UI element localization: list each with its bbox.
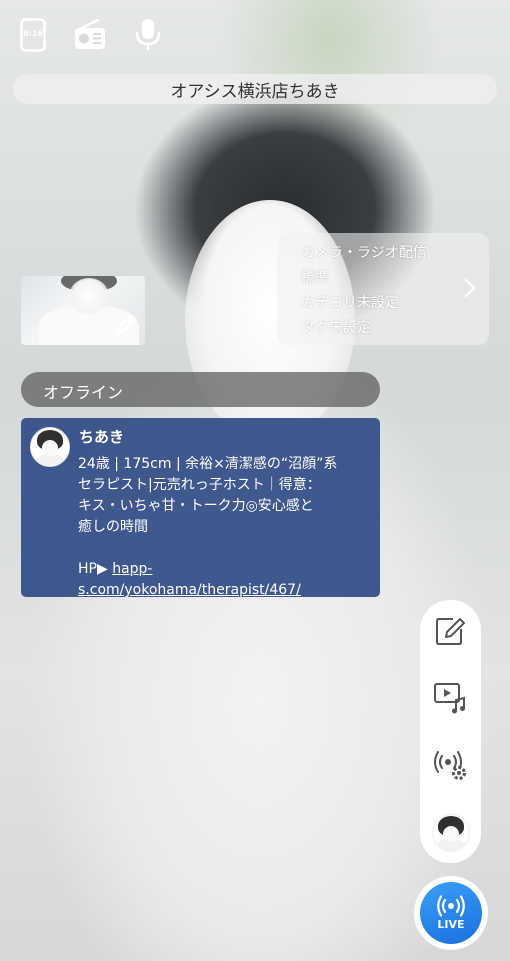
profile-card: ちあき 24歳 | 175cm | 余裕×清潔感の“沼顔”系 セラピスト|元売れ…: [21, 418, 380, 598]
side-avatar-face: [443, 826, 459, 842]
microphone-icon: [135, 19, 161, 50]
broadcast-tags: タグ未設定: [301, 320, 371, 336]
video-music-icon: [434, 683, 465, 714]
broadcast-quality: 標準: [301, 270, 329, 286]
homepage-link-start[interactable]: happ-: [112, 561, 152, 577]
microphone-button[interactable]: [129, 16, 167, 54]
broadcast-settings-icon: [434, 751, 466, 780]
homepage-link-end[interactable]: s.com/yokohama/therapist/467/: [78, 582, 301, 598]
bio-line: 24歳 | 175cm | 余裕×清潔感の“沼顔”系: [78, 456, 338, 472]
edit-icon: [436, 618, 465, 645]
bio-line: セラピスト|元売れっ子ホスト｜得意：: [78, 477, 321, 493]
homepage-line-2: s.com/yokohama/therapist/467/: [78, 580, 370, 601]
aspect-ratio-button[interactable]: 9:16: [14, 16, 52, 54]
live-broadcast-icon: [437, 895, 465, 917]
chevron-right-icon: [464, 278, 476, 298]
broadcast-category: カテゴリ未設定: [301, 295, 399, 311]
live-button-inner: LIVE: [420, 882, 482, 944]
media-button[interactable]: [431, 678, 469, 716]
broadcast-type: カメラ・ラジオ配信: [301, 245, 427, 261]
broadcaster-title[interactable]: オアシス横浜店ちあき: [13, 74, 497, 104]
homepage-label: HP▶: [78, 561, 113, 577]
live-button[interactable]: LIVE: [414, 876, 488, 950]
radio-icon: [75, 18, 105, 49]
status-text: オフライン: [43, 383, 124, 402]
profile-name: ちあき: [79, 428, 125, 446]
avatar-face: [42, 440, 58, 456]
cover-thumbnail[interactable]: [21, 276, 145, 345]
broadcast-settings-card[interactable]: カメラ・ラジオ配信 標準 カテゴリ未設定 タグ未設定: [277, 233, 489, 345]
profile-avatar[interactable]: [432, 814, 470, 852]
aspect-ratio-label: 9:16: [23, 29, 43, 38]
bio-spacer: [78, 538, 370, 559]
thumbnail-face: [69, 278, 109, 314]
homepage-line: HP▶ happ-: [78, 559, 370, 580]
side-menu: [420, 600, 481, 863]
avatar[interactable]: [30, 427, 70, 467]
edit-button[interactable]: [431, 612, 469, 650]
profile-bio: 24歳 | 175cm | 余裕×清潔感の“沼顔”系 セラピスト|元売れっ子ホス…: [78, 454, 370, 601]
live-label: LIVE: [437, 918, 465, 931]
broadcast-settings-button[interactable]: [431, 745, 469, 783]
status-badge: オフライン: [21, 372, 380, 407]
radio-button[interactable]: [71, 16, 109, 54]
bio-line: キス・いちゃ甘・トーク力◎安心感と: [78, 498, 314, 514]
pencil-icon: [116, 315, 135, 334]
bio-line: 癒しの時間: [78, 519, 148, 535]
